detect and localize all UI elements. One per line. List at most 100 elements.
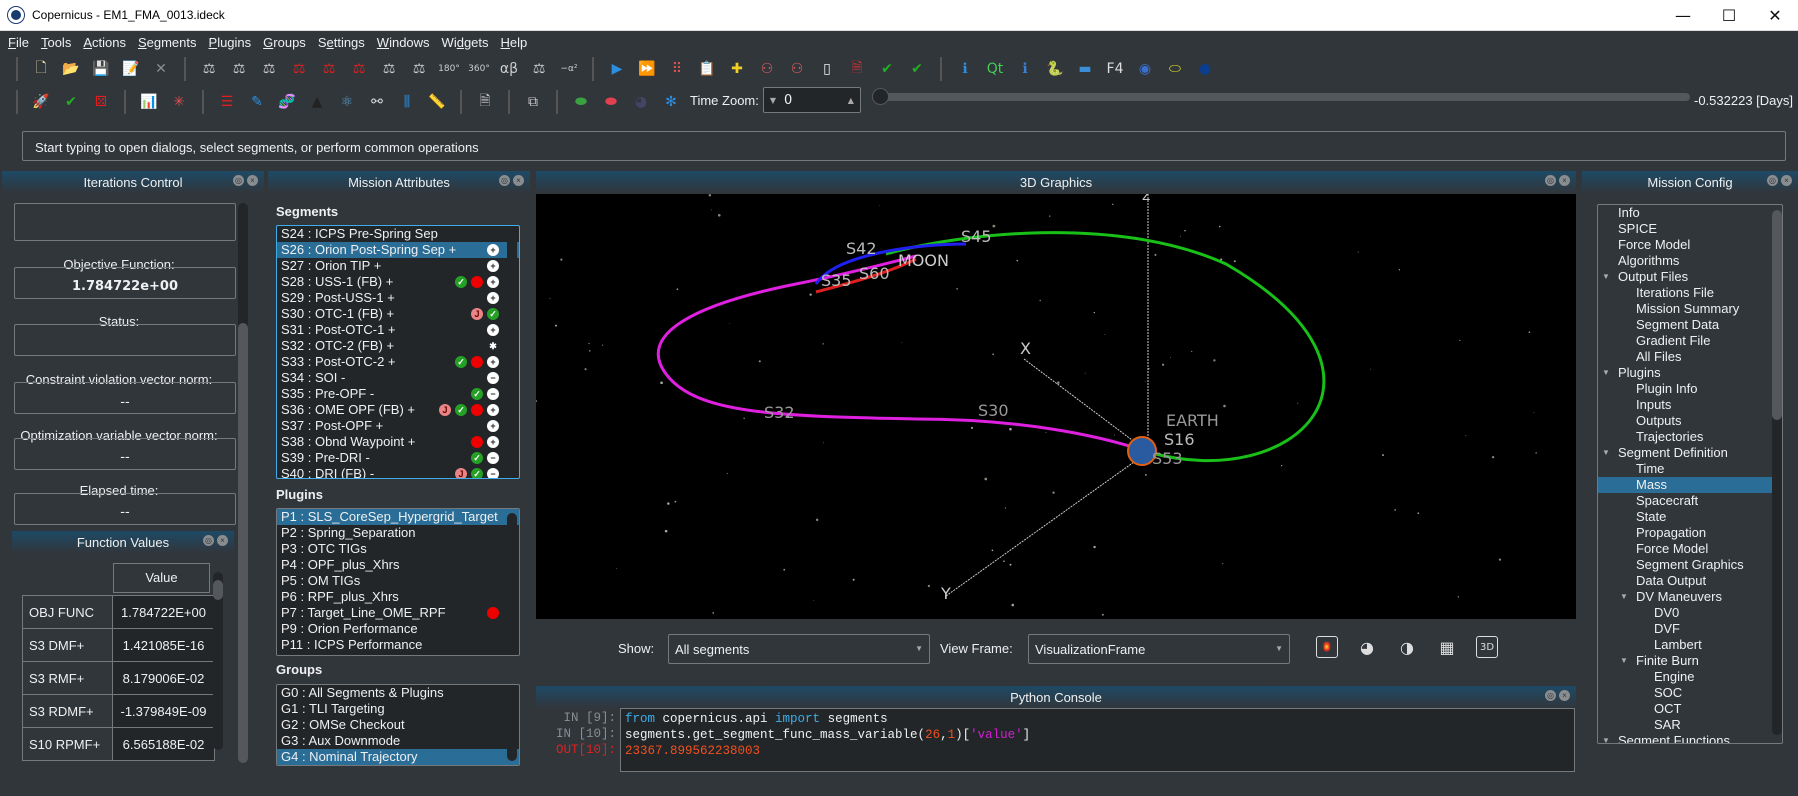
cube-3d-icon[interactable]: 3D xyxy=(1476,636,1498,658)
sliders-icon[interactable]: ⫼ xyxy=(396,91,418,113)
time-slider-handle[interactable] xyxy=(872,88,889,105)
iterations-scrollbar[interactable] xyxy=(238,203,248,763)
checklist-icon[interactable]: ☰ xyxy=(216,91,238,113)
segment-item[interactable]: S40 : DRI (FB) - J ✓ − xyxy=(277,466,519,478)
menu-tools[interactable]: Tools xyxy=(41,35,71,50)
segment-item[interactable]: S28 : USS-1 (FB) + ✓ + xyxy=(277,274,519,290)
expand-arrow-icon[interactable]: ▼ xyxy=(1602,733,1610,743)
tree-item[interactable]: Force Model xyxy=(1598,237,1782,253)
plugin-item[interactable]: P2 : Spring_Separation xyxy=(277,525,519,541)
float-icon[interactable]: ◎ xyxy=(1545,690,1556,701)
rocket-icon[interactable]: 🚀 xyxy=(30,91,52,113)
segment-item[interactable]: S31 : Post-OTC-1 + + xyxy=(277,322,519,338)
edit-doc-icon[interactable]: ✎ xyxy=(246,91,268,113)
check-down-icon[interactable]: ✔ xyxy=(906,58,928,80)
python-console-output[interactable]: from copernicus.api import segments segme… xyxy=(620,708,1575,772)
plugin-item[interactable]: P7 : Target_Line_OME_RPF xyxy=(277,605,519,621)
tree-item[interactable]: DVF xyxy=(1598,621,1782,637)
save-icon[interactable]: 💾 xyxy=(90,58,112,80)
segments-list[interactable]: S24 : ICPS Pre-Spring Sep S26 : Orion Pos… xyxy=(276,225,520,479)
ruler-icon[interactable]: 📏 xyxy=(426,91,448,113)
tree-item[interactable]: Force Model xyxy=(1598,541,1782,557)
close-icon[interactable]: × xyxy=(217,535,228,546)
plugin-item[interactable]: P5 : OM TIGs xyxy=(277,573,519,589)
plugins-list[interactable]: P1 : SLS_CoreSep_Hypergrid_Target P2 : Sp… xyxy=(276,508,520,656)
menu-widgets[interactable]: Widgets xyxy=(442,35,489,50)
plugin-item[interactable]: P3 : OTC TIGs xyxy=(277,541,519,557)
scale-icon[interactable]: ⚖ xyxy=(198,58,220,80)
plugin-item[interactable]: P9 : Orion Performance xyxy=(277,621,519,637)
tree-item[interactable]: Segment Graphics xyxy=(1598,557,1782,573)
close-button[interactable]: ✕ xyxy=(1752,0,1798,31)
table-row[interactable]: S3 RMF+ 8.179006E-02 xyxy=(22,661,215,695)
minimize-button[interactable]: — xyxy=(1660,0,1706,31)
segment-item[interactable]: S27 : Orion TIP + + xyxy=(277,258,519,274)
close-icon[interactable]: × xyxy=(1781,175,1792,186)
view-frame-select[interactable]: VisualizationFrame ▼ xyxy=(1028,634,1290,664)
group-item[interactable]: G1 : TLI Targeting xyxy=(277,701,519,717)
tree-item[interactable]: SAR xyxy=(1598,717,1782,733)
orbit-logo-icon[interactable]: ⬭ xyxy=(1164,58,1186,80)
scale-red-icon[interactable]: ⚖ xyxy=(288,58,310,80)
maximize-button[interactable]: ☐ xyxy=(1706,0,1752,31)
tree-item[interactable]: Mass xyxy=(1598,477,1782,493)
segment-item[interactable]: S36 : OME OPF (FB) + J ✓ + xyxy=(277,402,519,418)
tle-icon[interactable]: ◕ xyxy=(630,91,652,113)
tree-item[interactable]: Spacecraft xyxy=(1598,493,1782,509)
time-slider[interactable] xyxy=(872,88,1690,105)
color-wheel-icon[interactable]: ◕ xyxy=(1356,636,1378,658)
tree-item[interactable]: Outputs xyxy=(1598,413,1782,429)
table-row[interactable]: S10 RPMF+ 6.565188E-02 xyxy=(22,727,215,761)
open-folder-icon[interactable]: 📂 xyxy=(60,58,82,80)
scale-red-plus-icon[interactable]: ⚖ xyxy=(348,58,370,80)
tree-item[interactable]: ▼ Segment Functions xyxy=(1598,733,1782,743)
qt-icon[interactable]: Qt xyxy=(984,58,1006,80)
tree-item[interactable]: ▼ Finite Burn xyxy=(1598,653,1782,669)
tree-item[interactable]: ▼ Plugins xyxy=(1598,365,1782,381)
tree-item[interactable]: ▼ Segment Definition xyxy=(1598,445,1782,461)
segment-item[interactable]: S39 : Pre-DRI - ✓ − xyxy=(277,450,519,466)
segment-item[interactable]: S29 : Post-USS-1 + + xyxy=(277,290,519,306)
spin-down-icon[interactable]: ▼ xyxy=(770,96,776,105)
segment-item[interactable]: S38 : Obnd Waypoint + + xyxy=(277,434,519,450)
new-document-icon[interactable]: ✚ xyxy=(726,58,748,80)
tree-item[interactable]: Engine xyxy=(1598,669,1782,685)
mission-config-tree[interactable]: Info SPICE Force Model Algorithms ▼ Output Fi… xyxy=(1597,204,1783,744)
info-icon[interactable]: ℹ xyxy=(954,58,976,80)
scale-red-2x-icon[interactable]: ⚖ xyxy=(318,58,340,80)
float-icon[interactable]: ◎ xyxy=(499,175,510,186)
menu-groups[interactable]: Groups xyxy=(263,35,306,50)
bar-chart-icon[interactable]: 📊 xyxy=(138,91,160,113)
atom-icon[interactable]: ⚛ xyxy=(336,91,358,113)
run-icon[interactable]: ▶ xyxy=(606,58,628,80)
dice-icon[interactable]: ⚄ xyxy=(90,91,112,113)
close-icon[interactable]: × xyxy=(513,175,524,186)
alpha-beta-icon[interactable]: αβ xyxy=(498,58,520,80)
lamp-icon[interactable]: 🏮 xyxy=(1316,636,1338,658)
float-icon[interactable]: ◎ xyxy=(233,175,244,186)
blank-page-icon[interactable]: ▯ xyxy=(816,58,838,80)
plugin-item[interactable]: P11 : ICPS Performance xyxy=(277,637,519,653)
tree-item[interactable]: DV0 xyxy=(1598,605,1782,621)
list-scrollbar[interactable] xyxy=(507,513,517,651)
time-zoom-spinbox[interactable]: ▼ 0 ▲ xyxy=(762,87,861,113)
copy-doc-icon[interactable]: ⧉ xyxy=(522,91,544,113)
tree-item[interactable]: Plugin Info xyxy=(1598,381,1782,397)
segment-item[interactable]: S30 : OTC-1 (FB) + J ✓ xyxy=(277,306,519,322)
tree-item[interactable]: Algorithms xyxy=(1598,253,1782,269)
list-scrollbar[interactable] xyxy=(507,689,517,761)
tree-item[interactable]: Segment Data xyxy=(1598,317,1782,333)
segment-item[interactable]: S32 : OTC-2 (FB) + ✱ xyxy=(277,338,519,354)
function-values-scrollbar[interactable] xyxy=(213,572,223,750)
red-pill-icon[interactable]: ⬬ xyxy=(600,91,622,113)
menu-segments[interactable]: Segments xyxy=(138,35,197,50)
expand-arrow-icon[interactable]: ▼ xyxy=(1602,365,1610,381)
tree-item[interactable]: ▼ Output Files xyxy=(1598,269,1782,285)
tree-item[interactable]: Info xyxy=(1598,205,1782,221)
menu-actions[interactable]: Actions xyxy=(83,35,126,50)
group-item[interactable]: G3 : Aux Downmode xyxy=(277,733,519,749)
scale-plus-icon[interactable]: ⚖ xyxy=(258,58,280,80)
toolbar-handle[interactable] xyxy=(16,90,18,114)
node-graph-2-icon[interactable]: ⚇ xyxy=(786,58,808,80)
scale-1.0-icon[interactable]: ⚖ xyxy=(408,58,430,80)
